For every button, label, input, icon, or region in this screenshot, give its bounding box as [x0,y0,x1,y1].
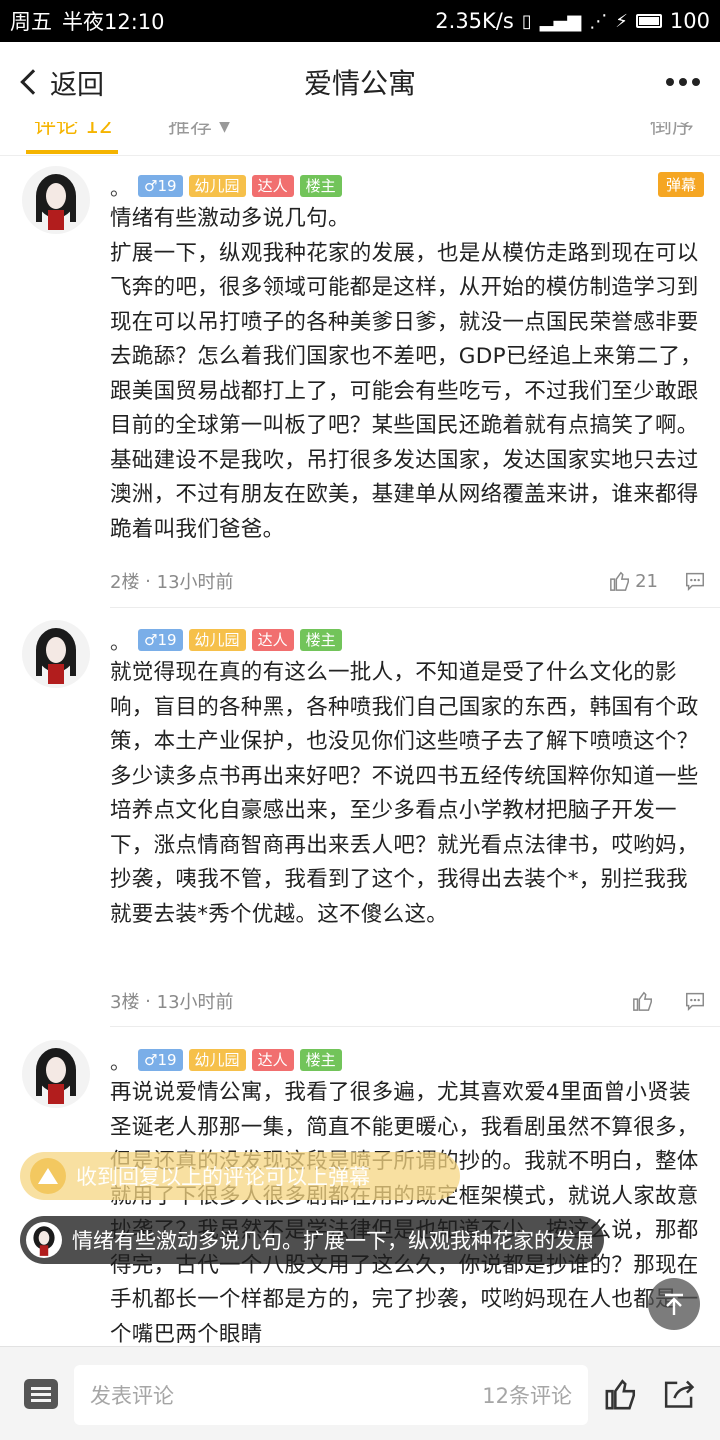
notice-text: 收到回复以上的评论可以上弹幕 [76,1165,370,1189]
level-badge: 幼儿园 [188,1049,246,1071]
expert-badge: 达人 [251,1049,294,1071]
reply-icon[interactable] [684,990,706,1012]
gender-age-badge: ♂19 [138,629,183,651]
preview-text: 情绪有些激动多说几句。扩展一下，纵观我种花家的发展 [72,1229,592,1253]
comment-text: 再说说爱情公寓，我看了很多遍，尤其喜欢爱4里面曾小贤装圣诞老人那那一集，简直不能… [110,1080,699,1346]
expert-badge: 达人 [251,629,294,651]
avatar [26,1222,62,1258]
avatar[interactable] [22,620,90,688]
status-day: 周五 [10,10,52,34]
comment-text: 就觉得现在真的有这么一批人，不知道是受了什么文化的影响，盲目的各种黑，各种喷我们… [110,660,699,927]
more-dot-icon [679,78,687,86]
battery-icon [635,14,662,28]
like-count: 21 [635,570,658,592]
username[interactable]: 。 [110,172,132,201]
avatar-image [36,1048,76,1104]
divider [110,1026,720,1027]
comment-count[interactable]: 12条评论 [482,1380,572,1410]
status-bar: 周五 半夜12:10 2.35K/s ▯ ▂▄▆ ⋰ ⚡ 100 [0,0,720,42]
username[interactable]: 。 [110,626,132,655]
danmu-button[interactable]: 弹幕 [657,172,704,197]
vibrate-icon: ▯ [521,10,532,32]
avatar-image [36,628,76,684]
active-tab-indicator [26,150,118,154]
comment-meta: 。 ♂19 幼儿园 达人 楼主 [110,1046,342,1075]
divider [110,607,720,608]
avatar[interactable] [22,1040,90,1108]
signal-icon: ▂▄▆ [539,10,582,32]
page-title: 爱情公寓 [303,67,416,100]
arrow-up-icon [665,1293,683,1315]
comment-time: 13小时前 [156,992,234,1013]
comment-meta: 。 ♂19 幼儿园 达人 楼主 [110,172,342,201]
level-badge: 幼儿园 [188,629,246,651]
back-to-top-button[interactable] [648,1278,700,1330]
comment-time: 13小时前 [156,572,234,593]
comment-footer: 2楼 · 13小时前 21 [110,566,706,596]
reply-icon[interactable] [684,570,706,592]
avatar-image [36,174,76,230]
expert-badge: 达人 [251,175,294,197]
battery-level: 100 [669,9,710,33]
bottom-bar: 发表评论 12条评论 [0,1346,720,1440]
host-badge: 楼主 [299,1049,342,1071]
more-dot-icon [666,78,674,86]
comment-text: 情绪有些激动多说几句。 扩展一下，纵观我种花家的发展，也是从模仿走路到现在可以飞… [110,206,703,542]
list-icon[interactable] [24,1379,58,1409]
comment-input-placeholder: 发表评论 [90,1384,174,1408]
username[interactable]: 。 [110,1046,132,1075]
nav-header: 返回 爱情公寓 [0,42,720,122]
tab-order[interactable]: 倒序 [650,122,694,140]
share-icon[interactable] [662,1377,698,1411]
avatar[interactable] [22,166,90,234]
like-button[interactable]: 21 [609,570,658,592]
host-badge: 楼主 [299,175,342,197]
tab-sort[interactable]: 推荐 ▾ [168,122,230,140]
back-label: 返回 [50,69,104,101]
gender-age-badge: ♂19 [138,175,183,197]
floor-number: 3楼 [110,992,140,1013]
floor-number: 2楼 [110,572,140,593]
comment-input[interactable]: 发表评论 12条评论 [74,1365,588,1425]
warning-icon [30,1158,66,1194]
thumbs-up-icon[interactable] [604,1377,638,1411]
tab-comments[interactable]: 评论 12 [34,122,113,140]
wifi-icon: ⋰ [589,10,608,32]
notice-toast: 收到回复以上的评论可以上弹幕 [20,1152,460,1200]
charging-icon: ⚡ [615,10,628,32]
status-time: 半夜12:10 [62,10,165,34]
danmu-preview-toast[interactable]: 情绪有些激动多说几句。扩展一下，纵观我种花家的发展 [20,1216,604,1264]
thumbs-up-icon [610,571,630,591]
level-badge: 幼儿园 [188,175,246,197]
back-button[interactable]: 返回 [0,42,104,122]
more-options-button[interactable] [666,42,700,122]
more-dot-icon [692,78,700,86]
chevron-left-icon [20,69,46,95]
gender-age-badge: ♂19 [138,1049,183,1071]
like-button[interactable] [632,990,658,1012]
avatar-image [33,1226,55,1256]
comment-footer: 3楼 · 13小时前 [110,986,706,1016]
network-speed: 2.35K/s [435,9,514,33]
host-badge: 楼主 [299,629,342,651]
thumbs-up-icon [633,991,652,1011]
comment-meta: 。 ♂19 幼儿园 达人 楼主 [110,626,342,655]
